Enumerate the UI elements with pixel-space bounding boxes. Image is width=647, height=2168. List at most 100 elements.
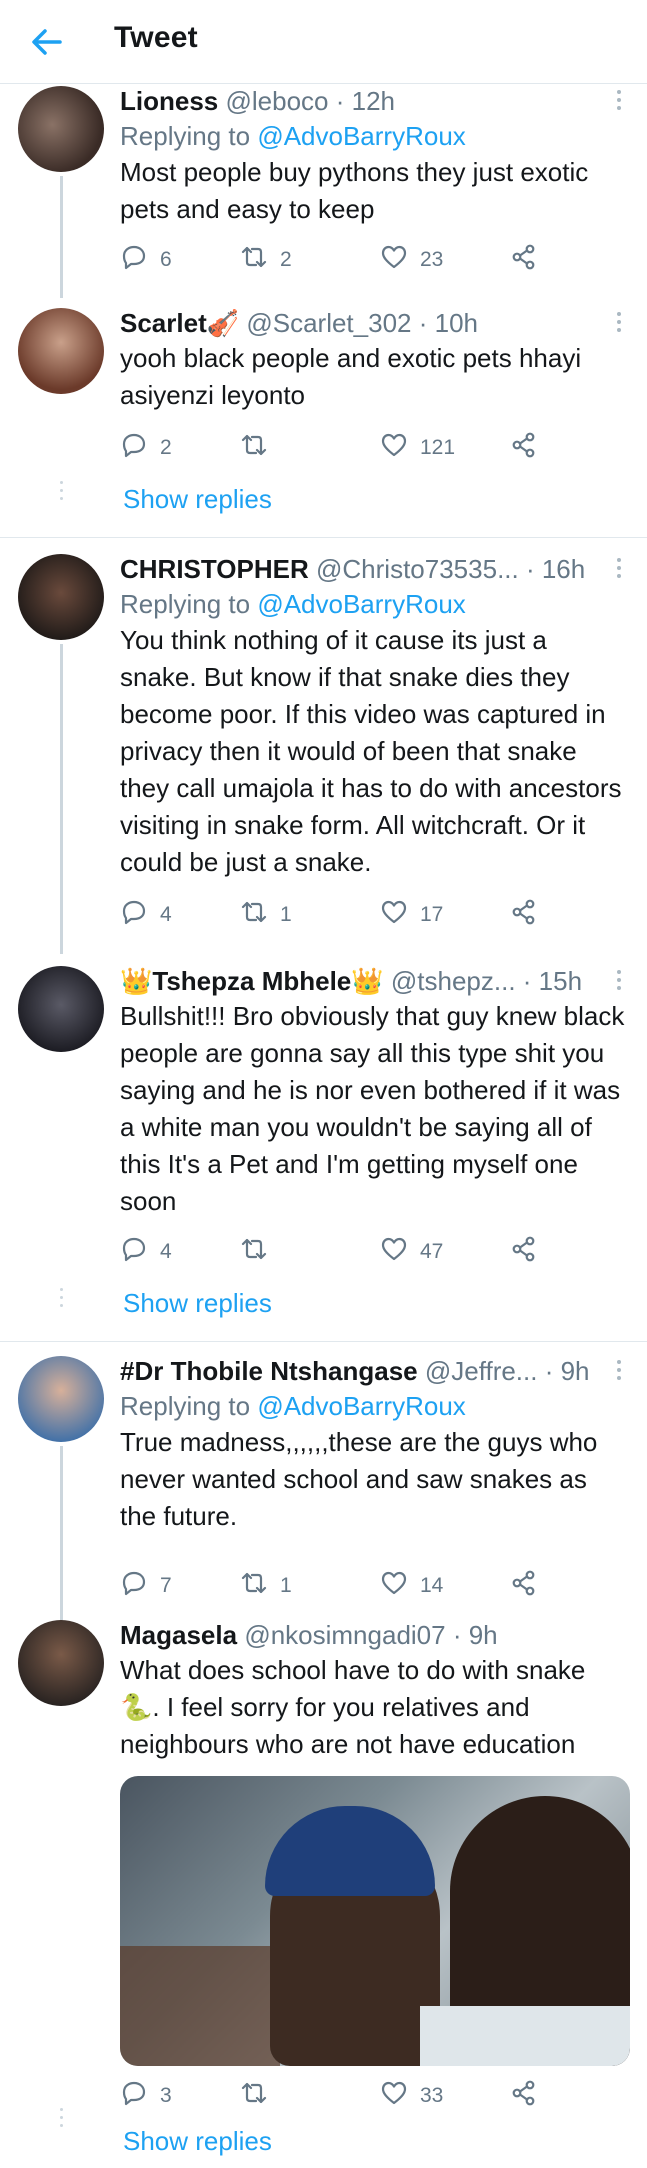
show-replies-link[interactable]: Show replies <box>123 484 272 515</box>
user-handle[interactable]: @nkosimngadi07 <box>244 1620 445 1650</box>
replying-handle[interactable]: @AdvoBarryRoux <box>257 1391 465 1421</box>
share-button[interactable] <box>510 2080 538 2112</box>
tweet[interactable]: Magasela @nkosimngadi07 · 9h What does s… <box>0 1618 647 2127</box>
tweet[interactable]: Lioness @leboco · 12h Replying to @AdvoB… <box>0 84 647 298</box>
replying-label: Replying to <box>120 121 251 151</box>
show-replies-link[interactable]: Show replies <box>123 2126 272 2157</box>
avatar[interactable] <box>18 308 104 394</box>
user-handle[interactable]: @leboco <box>225 86 328 116</box>
reply-count: 4 <box>160 903 172 926</box>
tweet[interactable]: 👑Tshepza Mbhele👑 @tshepz... · 15h Bullsh… <box>0 964 647 1307</box>
like-button[interactable]: 23 <box>380 244 443 276</box>
like-button[interactable]: 47 <box>380 1236 443 1268</box>
replying-to: Replying to @AdvoBarryRoux <box>120 1388 625 1424</box>
like-button[interactable]: 17 <box>380 899 443 931</box>
user-handle[interactable]: @Scarlet_302 <box>246 308 411 338</box>
timestamp: · 15h <box>522 966 583 996</box>
retweet-button[interactable]: 1 <box>240 899 292 931</box>
retweet-button[interactable]: 1 <box>240 1570 292 1602</box>
reply-button[interactable]: 3 <box>120 2080 172 2112</box>
like-count: 14 <box>420 1574 444 1597</box>
share-button[interactable] <box>510 244 538 276</box>
display-name[interactable]: Scarlet🎻 <box>120 308 239 338</box>
share-button[interactable] <box>510 899 538 931</box>
more-options-icon[interactable] <box>617 558 623 582</box>
like-count: 33 <box>420 2084 444 2107</box>
share-button[interactable] <box>510 432 538 464</box>
share-icon <box>510 431 538 465</box>
reply-button[interactable]: 6 <box>120 244 172 276</box>
display-name[interactable]: Lioness <box>120 86 218 116</box>
share-icon <box>510 243 538 277</box>
replying-handle[interactable]: @AdvoBarryRoux <box>257 121 465 151</box>
avatar[interactable] <box>18 966 104 1052</box>
action-bar: 4 1 17 <box>120 899 540 931</box>
tweet[interactable]: CHRISTOPHER @Christo73535... · 16h Reply… <box>0 552 647 954</box>
timestamp: · 9h <box>452 1620 498 1650</box>
like-button[interactable]: 121 <box>380 432 455 464</box>
display-name[interactable]: #Dr Thobile Ntshangase <box>120 1356 418 1386</box>
timestamp: · 9h <box>544 1356 590 1386</box>
reply-button[interactable]: 4 <box>120 899 172 931</box>
top-bar: Tweet <box>0 0 647 84</box>
more-options-icon[interactable] <box>617 90 623 114</box>
tweet-header: Lioness @leboco · 12h <box>120 84 625 118</box>
thread-line <box>60 1446 63 1626</box>
display-name[interactable]: CHRISTOPHER <box>120 554 309 584</box>
share-button[interactable] <box>510 1236 538 1268</box>
reply-button[interactable]: 4 <box>120 1236 172 1268</box>
arrow-left-icon[interactable] <box>26 22 66 62</box>
heart-icon <box>380 243 408 277</box>
tweet[interactable]: Scarlet🎻 @Scarlet_302 · 10h yooh black p… <box>0 306 647 500</box>
display-name[interactable]: 👑Tshepza Mbhele👑 <box>120 966 384 996</box>
replying-to: Replying to @AdvoBarryRoux <box>120 586 625 622</box>
user-handle[interactable]: @Christo73535... <box>316 554 519 584</box>
retweet-button[interactable] <box>240 432 280 464</box>
retweet-button[interactable]: 2 <box>240 244 292 276</box>
share-button[interactable] <box>510 1570 538 1602</box>
tweet-text: You think nothing of it cause its just a… <box>120 625 622 877</box>
more-options-icon[interactable] <box>617 1360 623 1384</box>
retweet-button[interactable] <box>240 2080 280 2112</box>
share-icon <box>510 2079 538 2113</box>
share-icon <box>510 898 538 932</box>
more-options-icon[interactable] <box>617 970 623 994</box>
retweet-icon <box>240 1569 268 1603</box>
display-name[interactable]: Magasela <box>120 1620 237 1650</box>
tweet-header: 👑Tshepza Mbhele👑 @tshepz... · 15h <box>120 964 625 998</box>
action-bar: 6 2 23 <box>120 244 540 276</box>
heart-icon <box>380 1569 408 1603</box>
retweet-button[interactable] <box>240 1236 280 1268</box>
reply-icon <box>120 1569 148 1603</box>
avatar[interactable] <box>18 86 104 172</box>
heart-icon <box>380 431 408 465</box>
show-replies-link[interactable]: Show replies <box>123 1288 272 1319</box>
divider <box>0 1341 647 1342</box>
reply-count: 4 <box>160 1240 172 1263</box>
replying-label: Replying to <box>120 1391 251 1421</box>
user-handle[interactable]: @Jeffre... <box>425 1356 538 1386</box>
avatar[interactable] <box>18 1620 104 1706</box>
avatar[interactable] <box>18 1356 104 1442</box>
tweet-header: #Dr Thobile Ntshangase @Jeffre... · 9h <box>120 1354 625 1388</box>
tweet-photo[interactable] <box>120 1776 630 2066</box>
reply-icon <box>120 431 148 465</box>
user-handle[interactable]: @tshepz... <box>391 966 516 996</box>
more-options-icon[interactable] <box>617 312 623 336</box>
tweet-text: Bullshit!!! Bro obviously that guy knew … <box>120 1001 625 1216</box>
like-button[interactable]: 14 <box>380 1570 443 1602</box>
like-button[interactable]: 33 <box>380 2080 443 2112</box>
thread-dots <box>60 1288 63 1312</box>
avatar[interactable] <box>18 554 104 640</box>
reply-button[interactable]: 2 <box>120 432 172 464</box>
retweet-count: 2 <box>280 248 292 271</box>
thread-line <box>60 176 63 298</box>
timestamp: · 16h <box>525 554 586 584</box>
reply-button[interactable]: 7 <box>120 1570 172 1602</box>
replying-handle[interactable]: @AdvoBarryRoux <box>257 589 465 619</box>
retweet-count: 1 <box>280 903 292 926</box>
tweet[interactable]: #Dr Thobile Ntshangase @Jeffre... · 9h R… <box>0 1354 647 1626</box>
heart-icon <box>380 898 408 932</box>
tweet-text: yooh black people and exotic pets hhayi … <box>120 343 582 410</box>
replying-label: Replying to <box>120 589 251 619</box>
